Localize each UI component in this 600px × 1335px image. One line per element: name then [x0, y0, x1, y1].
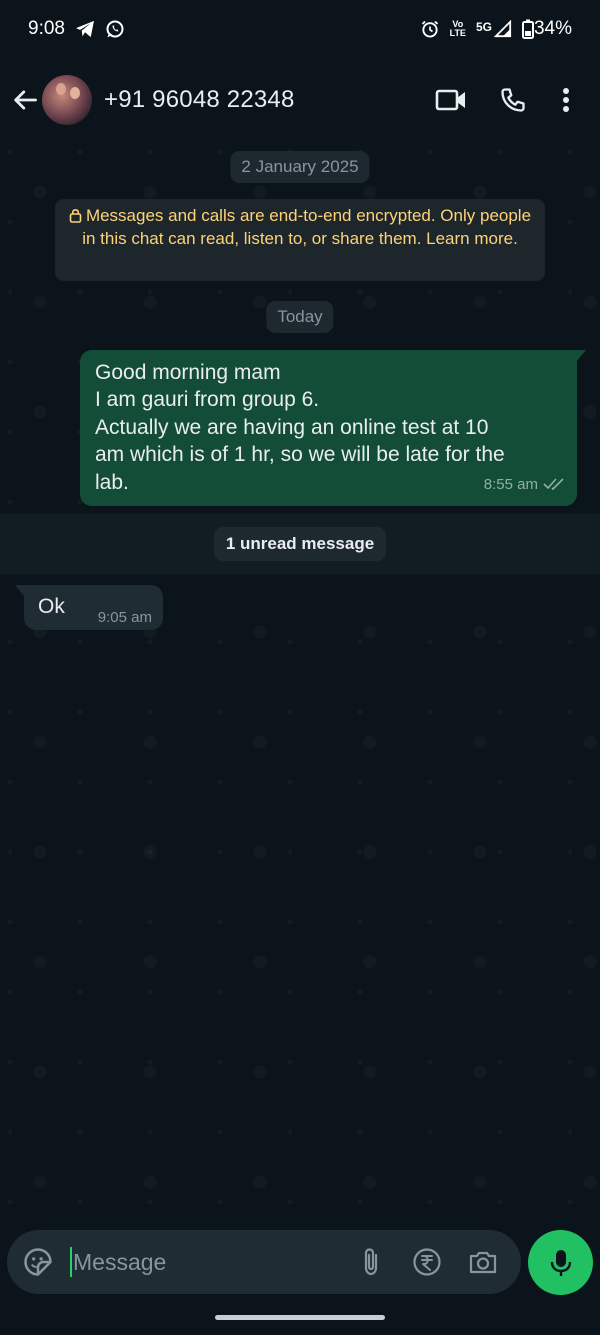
payment-button[interactable]	[399, 1238, 455, 1286]
camera-icon	[469, 1251, 497, 1274]
battery-icon: 34%	[521, 18, 572, 40]
avatar[interactable]	[42, 75, 92, 125]
mic-icon	[550, 1249, 571, 1276]
chat-header: +91 96048 22348	[0, 58, 600, 142]
message-meta: 8:55 am	[484, 471, 565, 498]
today-chip: Today	[266, 301, 334, 333]
text-caret	[70, 1247, 72, 1277]
attach-icon	[364, 1248, 378, 1276]
message-line: Good morning mam	[95, 361, 281, 384]
more-options-button[interactable]	[544, 76, 588, 124]
video-call-button[interactable]	[420, 76, 482, 124]
unread-label: 1 unread message	[213, 527, 387, 561]
message-line: I am gauri from group 6.	[95, 388, 320, 412]
volte-bottom: LTE	[449, 28, 466, 38]
outgoing-message[interactable]: Good morning mam I am gauri from group 6…	[80, 350, 586, 506]
gesture-nav-bar[interactable]	[215, 1315, 385, 1320]
whatsapp-icon	[105, 19, 125, 39]
camera-button[interactable]	[455, 1238, 511, 1286]
chat-area[interactable]: 2 January 2025 Messages and calls are en…	[0, 142, 600, 1222]
message-line: am which is of 1 hr, so we will be late …	[95, 443, 505, 467]
message-composer	[7, 1230, 521, 1294]
alarm-icon	[420, 19, 440, 39]
more-options-icon	[563, 88, 569, 112]
video-call-icon	[435, 89, 465, 111]
emoji-button[interactable]	[21, 1245, 55, 1279]
status-bar: 9:08 Vo LTE 5G 34%	[0, 0, 600, 58]
encryption-notice[interactable]: Messages and calls are end-to-end encryp…	[55, 199, 545, 281]
emoji-sticker-icon	[24, 1248, 52, 1276]
volte-icon: Vo LTE	[450, 20, 466, 38]
contact-name[interactable]: +91 96048 22348	[104, 86, 420, 114]
status-bar-left: 9:08	[28, 18, 125, 40]
battery-percent: 34%	[533, 18, 572, 39]
message-time: 9:05 am	[97, 609, 152, 626]
incoming-message[interactable]: Ok 9:05 am	[15, 585, 163, 630]
mic-button[interactable]	[528, 1230, 593, 1295]
message-line: Actually we are having an online test at…	[95, 415, 489, 439]
voice-call-icon	[501, 88, 525, 112]
double-check-icon	[543, 478, 564, 491]
status-time: 9:08	[28, 18, 65, 39]
date-chip: 2 January 2025	[230, 151, 370, 183]
status-bar-right: Vo LTE 5G 34%	[420, 18, 572, 40]
voice-call-button[interactable]	[482, 76, 544, 124]
network-type: 5G	[475, 20, 492, 34]
message-input[interactable]	[73, 1248, 343, 1276]
signal-icon	[493, 20, 512, 38]
rupee-payment-icon	[413, 1248, 441, 1276]
message-time: 8:55 am	[483, 475, 538, 493]
encryption-text: Messages and calls are end-to-end encryp…	[82, 206, 532, 248]
lock-icon	[69, 209, 82, 223]
attach-button[interactable]	[343, 1238, 399, 1286]
unread-divider: 1 unread message	[0, 514, 600, 574]
telegram-icon	[75, 20, 95, 38]
network-signal: 5G	[476, 20, 512, 38]
message-text: Ok	[38, 595, 65, 618]
back-button[interactable]	[8, 76, 42, 124]
back-arrow-icon	[14, 90, 37, 110]
